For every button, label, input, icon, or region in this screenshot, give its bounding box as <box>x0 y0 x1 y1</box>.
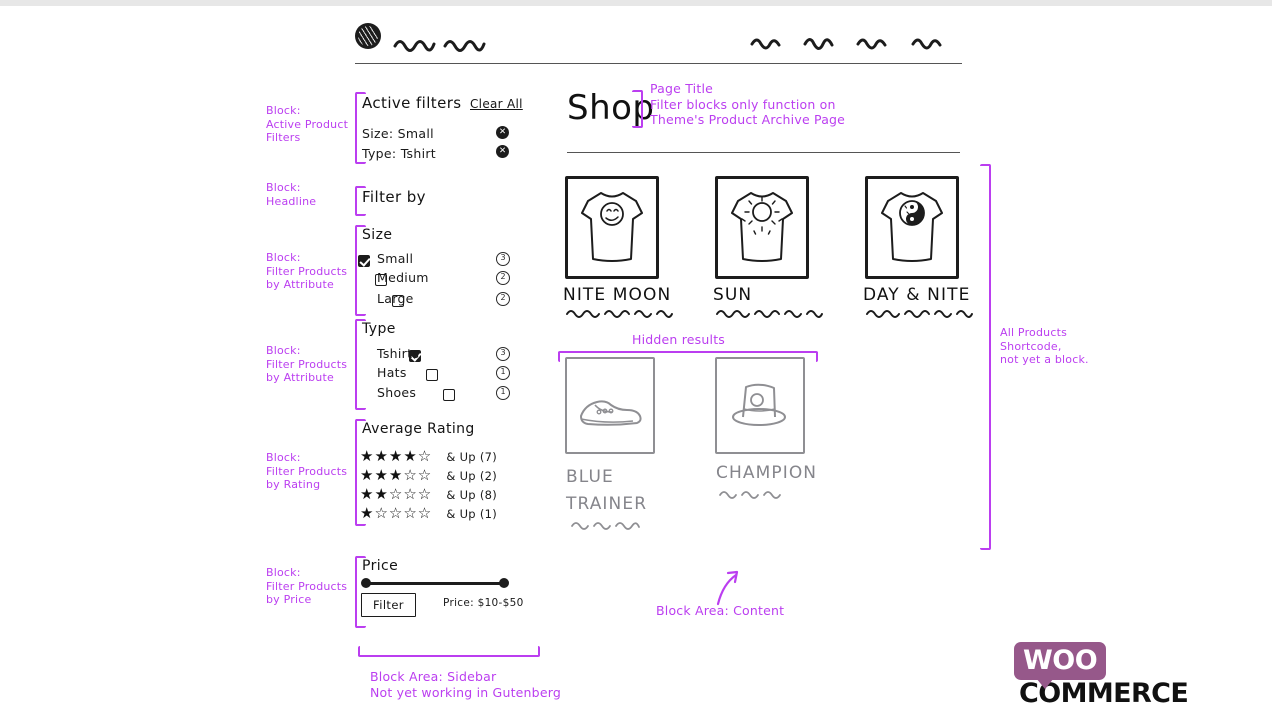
product-name[interactable]: BLUE TRAINER <box>566 464 676 518</box>
annotation-attribute-block-type: Block: Filter Products by Attribute <box>266 344 348 384</box>
content-divider <box>567 152 960 153</box>
count-size-small: 3 <box>496 252 510 266</box>
price-range-label: Price: $10-$50 <box>443 597 524 609</box>
size-option-small[interactable]: Small <box>377 251 413 266</box>
count-type-tshirts: 3 <box>496 347 510 361</box>
rating-row[interactable]: ★★★☆☆ & Up (2) <box>360 465 497 484</box>
type-filter-title: Type <box>362 321 396 337</box>
star-icons: ★★★★☆ <box>360 447 433 465</box>
tshirt-sun-icon <box>731 192 793 262</box>
annotation-active-filters-block: Block: Active Product Filters <box>266 104 349 144</box>
x-circle-icon[interactable]: ✕ <box>496 126 509 139</box>
product-meta-squiggle <box>719 491 781 499</box>
annotation-rating-block: Block: Filter Products by Rating <box>266 451 348 491</box>
site-logo-icon[interactable] <box>355 23 381 49</box>
type-option-shoes[interactable]: Shoes <box>377 385 416 400</box>
annotation-hidden-results: Hidden results <box>632 332 726 347</box>
sneaker-icon <box>580 400 642 426</box>
price-slider-min-handle[interactable] <box>361 578 371 589</box>
woo-logo-word: WOO <box>1023 645 1098 676</box>
header-divider <box>355 63 962 64</box>
product-name[interactable]: DAY & NITE <box>863 285 970 305</box>
product-card-image[interactable] <box>715 357 805 454</box>
annotation-page-title: Page Title Filter blocks only function o… <box>650 81 846 127</box>
rating-label: & Up (2) <box>446 469 498 483</box>
active-filters-title: Active filters <box>362 94 462 112</box>
annotation-price-block: Block: Filter Products by Price <box>266 566 348 606</box>
annotation-attribute-block-size: Block: Filter Products by Attribute <box>266 251 348 291</box>
type-option-tshirts[interactable]: Tshirts <box>377 346 419 361</box>
count-size-medium: 2 <box>496 271 510 285</box>
annotation-content-area: Block Area: Content <box>656 603 785 618</box>
checkbox-size-small[interactable] <box>358 255 370 267</box>
checkbox-type-shoes[interactable] <box>443 389 456 401</box>
rating-label: & Up (7) <box>446 450 498 464</box>
price-slider-track[interactable] <box>361 578 509 589</box>
count-type-hats: 1 <box>496 366 510 380</box>
active-filter-size: Size: Small <box>362 126 434 141</box>
size-option-medium[interactable]: Medium <box>377 270 429 285</box>
star-icons: ★★★☆☆ <box>360 466 433 484</box>
rating-label: & Up (1) <box>446 507 498 521</box>
bracket-page-title <box>632 90 643 128</box>
x-circle-icon[interactable]: ✕ <box>496 145 509 158</box>
product-card-image[interactable] <box>865 176 959 279</box>
count-size-large: 2 <box>496 292 510 306</box>
woocommerce-logo: WOO COMMERCE <box>1014 642 1272 707</box>
product-card-image[interactable] <box>565 357 655 454</box>
product-meta-squiggle <box>571 522 640 530</box>
product-card-image[interactable] <box>565 176 659 279</box>
tshirt-yin-yang-icon <box>881 192 943 262</box>
rating-filter-title: Average Rating <box>362 421 475 437</box>
rating-row[interactable]: ★☆☆☆☆ & Up (1) <box>360 503 497 522</box>
clear-all-link[interactable]: Clear All <box>470 97 523 111</box>
woo-bubble-icon: WOO <box>1014 642 1107 689</box>
wireframe-canvas: Block: Active Product Filters Block: Hea… <box>0 0 1272 712</box>
price-filter-button[interactable]: Filter <box>361 593 416 617</box>
rating-label: & Up (8) <box>446 488 498 502</box>
content-area-arrow-icon <box>716 570 739 606</box>
product-name[interactable]: SUN <box>713 285 752 305</box>
filter-by-headline: Filter by <box>362 188 426 206</box>
rating-row[interactable]: ★★★★☆ & Up (7) <box>360 446 497 465</box>
price-slider-max-handle[interactable] <box>499 578 509 589</box>
annotation-all-products: All Products Shortcode, not yet a block. <box>1000 326 1089 366</box>
annotation-headline-block: Block: Headline <box>266 181 317 208</box>
star-icons: ★★☆☆☆ <box>360 485 433 503</box>
product-card-image[interactable] <box>715 176 809 279</box>
brand-name-squiggle <box>393 40 486 52</box>
size-filter-title: Size <box>362 227 393 243</box>
star-icons: ★☆☆☆☆ <box>360 504 433 522</box>
product-name[interactable]: NITE MOON <box>563 285 671 305</box>
bracket-sidebar-area <box>358 646 540 657</box>
annotation-sidebar-area: Block Area: Sidebar Not yet working in G… <box>370 669 561 700</box>
header-nav-squiggles[interactable] <box>750 32 965 54</box>
product-meta-squiggle <box>866 310 973 318</box>
active-filter-type: Type: Tshirt <box>362 146 437 161</box>
type-option-hats[interactable]: Hats <box>377 365 407 380</box>
hat-icon <box>732 383 786 426</box>
count-type-shoes: 1 <box>496 386 510 400</box>
site-header <box>355 18 960 58</box>
price-filter-title: Price <box>362 558 399 574</box>
bracket-all-products <box>980 164 991 550</box>
tshirt-moon-face-icon <box>581 192 643 262</box>
size-option-large[interactable]: Large <box>377 291 414 306</box>
rating-row[interactable]: ★★☆☆☆ & Up (8) <box>360 484 497 503</box>
product-meta-squiggle <box>716 310 823 318</box>
product-name[interactable]: CHAMPION <box>716 463 817 483</box>
product-meta-squiggle <box>566 310 673 318</box>
checkbox-type-hats[interactable] <box>426 369 439 381</box>
